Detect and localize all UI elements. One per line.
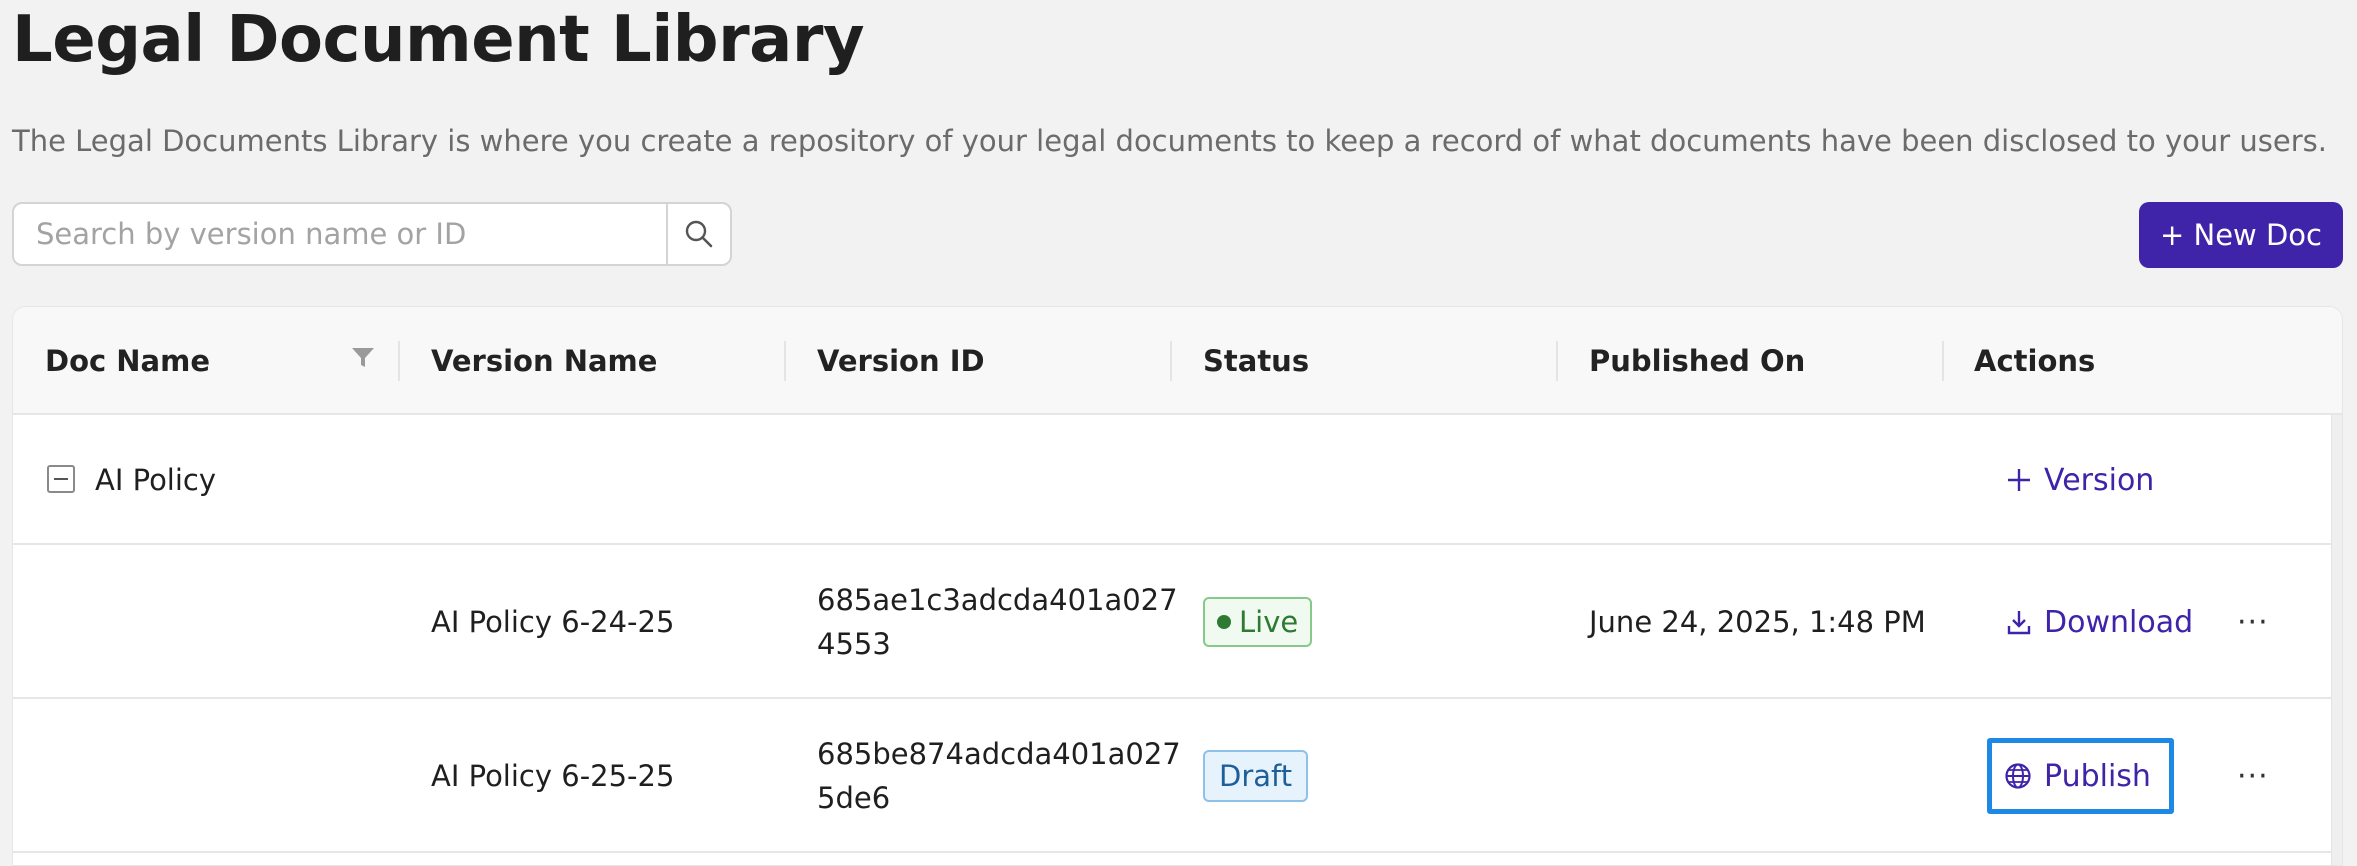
version-id-line: 5de6 — [817, 781, 891, 815]
vertical-scrollbar[interactable] — [2331, 415, 2342, 865]
documents-table: Doc Name Version Name Version ID Status … — [12, 306, 2343, 866]
table-group-row: AI Policy Version — [13, 415, 2331, 545]
column-divider[interactable] — [1942, 341, 1944, 381]
column-divider[interactable] — [784, 341, 786, 381]
version-id: 685be874adcda401a027 5de6 — [817, 699, 1181, 853]
column-divider[interactable] — [398, 341, 400, 381]
collapse-toggle[interactable] — [47, 465, 75, 493]
search-box — [12, 202, 732, 266]
version-name: AI Policy 6-24-25 — [431, 605, 675, 639]
plus-icon — [2008, 469, 2030, 491]
table-row: AI Policy 6-24-25 685ae1c3adcda401a027 4… — [13, 545, 2331, 699]
search-icon — [685, 220, 713, 248]
column-header-status[interactable]: Status — [1203, 307, 1309, 415]
page-title: Legal Document Library — [12, 3, 865, 77]
column-header-doc-name[interactable]: Doc Name — [45, 307, 210, 415]
more-options-button[interactable]: ··· — [2237, 605, 2269, 640]
new-doc-button[interactable]: + New Doc — [2139, 202, 2343, 268]
publish-button[interactable]: Publish — [1987, 738, 2174, 814]
column-divider[interactable] — [1170, 341, 1172, 381]
download-icon — [2007, 611, 2031, 635]
column-header-version-id[interactable]: Version ID — [817, 307, 985, 415]
add-version-button[interactable]: Version — [2006, 463, 2154, 498]
table-header: Doc Name Version Name Version ID Status … — [13, 307, 2342, 415]
page-description: The Legal Documents Library is where you… — [12, 124, 2327, 158]
version-id-line: 685be874adcda401a027 — [817, 737, 1181, 771]
status-badge: Draft — [1203, 750, 1309, 802]
column-header-version-name[interactable]: Version Name — [431, 307, 657, 415]
doc-name: AI Policy — [95, 463, 217, 497]
download-button[interactable]: Download — [2006, 605, 2193, 640]
column-header-published-on[interactable]: Published On — [1589, 307, 1805, 415]
table-row: AI Policy 6-25-25 685be874adcda401a027 5… — [13, 699, 2331, 853]
status-label: Live — [1239, 605, 1299, 639]
add-version-label: Version — [2044, 462, 2155, 498]
column-header-actions: Actions — [1974, 344, 2096, 378]
globe-icon — [2005, 763, 2031, 789]
status-dot — [1217, 615, 1231, 629]
download-label: Download — [2044, 604, 2194, 640]
status-label: Draft — [1219, 759, 1293, 793]
search-input[interactable] — [14, 204, 666, 264]
version-id-line: 4553 — [817, 627, 891, 661]
column-divider[interactable] — [1556, 341, 1558, 381]
search-button[interactable] — [666, 204, 730, 264]
filter-icon[interactable] — [351, 347, 375, 369]
publish-label: Publish — [2044, 758, 2151, 794]
status-badge: Live — [1203, 597, 1313, 647]
published-on: June 24, 2025, 1:48 PM — [1589, 605, 1926, 639]
version-id-line: 685ae1c3adcda401a027 — [817, 583, 1178, 617]
version-id: 685ae1c3adcda401a027 4553 — [817, 545, 1178, 699]
more-options-button[interactable]: ··· — [2237, 759, 2269, 794]
version-name: AI Policy 6-25-25 — [431, 759, 675, 793]
